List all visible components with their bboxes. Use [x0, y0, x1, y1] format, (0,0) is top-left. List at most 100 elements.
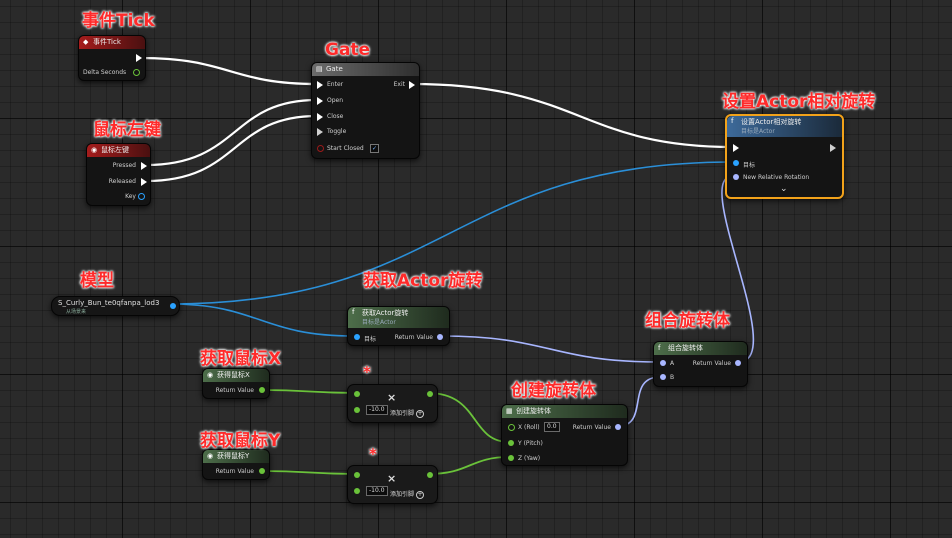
multiply-node-x[interactable]: -10.0 × 添加引脚 + [347, 384, 438, 423]
multiply-x-output-pin[interactable] [427, 391, 433, 397]
annotation-get-rotation: 获取Actor旋转 [363, 271, 483, 291]
model-reference-node[interactable]: S_Curly_Bun_te0qfanpa_lod3 从场景来 [51, 296, 180, 316]
annotation-event-tick: 事件Tick [82, 11, 155, 31]
get-mouse-x-node[interactable]: ◉ 获得鼠标X Return Value [202, 368, 270, 399]
annotation-mult-star-2: * [369, 445, 377, 463]
pressed-pin[interactable] [141, 162, 147, 170]
gate-exit-label: Exit [393, 81, 405, 88]
model-subtitle: 从场景来 [66, 309, 87, 315]
gate-header[interactable]: ▤ Gate [312, 63, 419, 76]
gate-close-pin[interactable] [317, 113, 323, 121]
float-wire-mousex-mult1 [261, 389, 357, 394]
get-actor-rotation-node[interactable]: f 获取Actor旋转 目标是Actor 目标 Return Value [347, 306, 450, 346]
make-rotator-node[interactable]: ▦ 创建旋转体 X (Roll) 0.0 Return Value Y (Pit… [501, 404, 628, 466]
multiply-y-value-field[interactable]: -10.0 [366, 486, 388, 496]
gate-toggle-pin[interactable] [317, 128, 323, 136]
combine-a-pin[interactable] [660, 360, 666, 366]
multiply-x-input-b[interactable] [354, 407, 360, 413]
released-pin[interactable] [141, 178, 147, 186]
exec-wire-released-close [145, 114, 318, 183]
get-rotation-return-pin[interactable] [437, 334, 443, 340]
multiply-x-symbol-icon: × [387, 391, 397, 404]
exec-out-pin[interactable] [136, 54, 142, 62]
released-label: Released [108, 178, 136, 185]
multiply-y-input-a[interactable] [354, 472, 360, 478]
function-icon: f [658, 344, 661, 352]
exec-wire-pressed-open [145, 98, 318, 167]
multiply-node-y[interactable]: -10.0 × 添加引脚 + [347, 465, 438, 504]
set-rotation-header[interactable]: f 设置Actor相对旋转 目标是Actor [727, 116, 842, 137]
multiply-y-output-pin[interactable] [427, 472, 433, 478]
make-rotator-y-pin[interactable] [508, 440, 514, 446]
get-mouse-y-header[interactable]: ◉ 获得鼠标Y [203, 450, 269, 463]
new-relative-rotation-pin[interactable] [733, 174, 739, 180]
multiply-y-symbol-icon: × [387, 472, 397, 485]
combine-a-label: A [670, 360, 675, 367]
expand-chevron-icon[interactable]: ⌄ [780, 184, 788, 194]
mouse-left-title: 鼠标左键 [101, 146, 129, 154]
mouse-y-return-pin[interactable] [259, 468, 265, 474]
multiply-y-add-pin-button[interactable]: 添加引脚 + [390, 489, 425, 499]
model-output-pin[interactable] [170, 303, 176, 309]
event-tick-title: 事件Tick [93, 38, 121, 46]
multiply-y-input-b[interactable] [354, 488, 360, 494]
get-rotation-target-label: 目标 [364, 336, 377, 343]
gate-toggle-label: Toggle [327, 128, 347, 135]
delta-seconds-pin[interactable] [133, 69, 140, 76]
multiply-x-add-pin-button[interactable]: 添加引脚 + [390, 408, 425, 418]
make-rotator-return-pin[interactable] [615, 424, 621, 430]
function-icon: f [731, 117, 734, 125]
annotation-get-mouse-x: 获取鼠标X [200, 349, 282, 369]
gate-node[interactable]: ▤ Gate Enter Exit Open Close Toggle Star… [311, 62, 420, 159]
set-rotation-target-pin[interactable] [733, 160, 739, 166]
mouse-icon: ◉ [207, 452, 214, 460]
set-rotation-exec-out[interactable] [830, 144, 836, 152]
annotation-model: 模型 [80, 271, 114, 291]
combine-return-pin[interactable] [735, 360, 741, 366]
rotator-wire-combine-setrot [721, 175, 755, 363]
set-relative-rotation-node[interactable]: f 设置Actor相对旋转 目标是Actor 目标 New Relative R… [725, 114, 844, 199]
get-mouse-x-header[interactable]: ◉ 获得鼠标X [203, 369, 269, 382]
new-relative-rotation-label: New Relative Rotation [743, 174, 810, 181]
gate-open-pin[interactable] [317, 97, 323, 105]
event-diamond-icon: ◆ [83, 38, 89, 46]
combine-header[interactable]: f 组合旋转体 [654, 342, 747, 355]
gate-close-label: Close [327, 113, 344, 120]
event-tick-node[interactable]: ◆ 事件Tick Delta Seconds [78, 35, 146, 81]
make-rotator-x-pin[interactable] [508, 424, 515, 431]
set-rotation-subtitle: 目标是Actor [741, 128, 775, 135]
multiply-x-add-pin-label: 添加引脚 [390, 410, 415, 417]
add-pin-plus-icon: + [416, 491, 425, 499]
get-mouse-y-node[interactable]: ◉ 获得鼠标Y Return Value [202, 449, 270, 480]
mouse-icon: ◉ [91, 146, 98, 154]
mouse-left-node[interactable]: ◉ 鼠标左键 Pressed Released Key [86, 143, 151, 206]
key-pin[interactable] [138, 193, 145, 200]
float-wire-mousey-mult2 [261, 470, 357, 475]
combine-b-pin[interactable] [660, 374, 666, 380]
gate-enter-label: Enter [327, 81, 344, 88]
float-wire-mult2-yaw [427, 456, 510, 475]
mouse-left-header[interactable]: ◉ 鼠标左键 [87, 144, 150, 157]
multiply-x-input-a[interactable] [354, 391, 360, 397]
combine-rotators-node[interactable]: f 组合旋转体 A Return Value B [653, 341, 748, 387]
get-mouse-x-title: 获得鼠标X [217, 371, 250, 379]
gate-exit-pin[interactable] [409, 81, 415, 89]
gate-start-closed-pin[interactable] [317, 145, 324, 152]
get-rotation-header[interactable]: f 获取Actor旋转 目标是Actor [348, 307, 449, 328]
get-rotation-target-pin[interactable] [354, 334, 360, 340]
float-wire-mult1-pitch [427, 392, 510, 443]
annotation-get-mouse-y: 获取鼠标Y [200, 431, 281, 451]
make-rotator-x-field[interactable]: 0.0 [544, 422, 560, 432]
make-rotator-title: 创建旋转体 [516, 407, 551, 415]
make-rotator-header[interactable]: ▦ 创建旋转体 [502, 405, 627, 418]
gate-start-closed-checkbox[interactable]: ✓ [370, 144, 379, 153]
combine-b-label: B [670, 374, 675, 381]
set-rotation-target-label: 目标 [743, 162, 756, 169]
event-tick-header[interactable]: ◆ 事件Tick [79, 36, 145, 49]
gate-enter-pin[interactable] [317, 81, 323, 89]
multiply-x-value-field[interactable]: -10.0 [366, 405, 388, 415]
set-rotation-exec-in[interactable] [733, 144, 739, 152]
make-rotator-z-pin[interactable] [508, 455, 514, 461]
mouse-x-return-pin[interactable] [259, 387, 265, 393]
get-rotation-return-label: Return Value [394, 334, 433, 341]
